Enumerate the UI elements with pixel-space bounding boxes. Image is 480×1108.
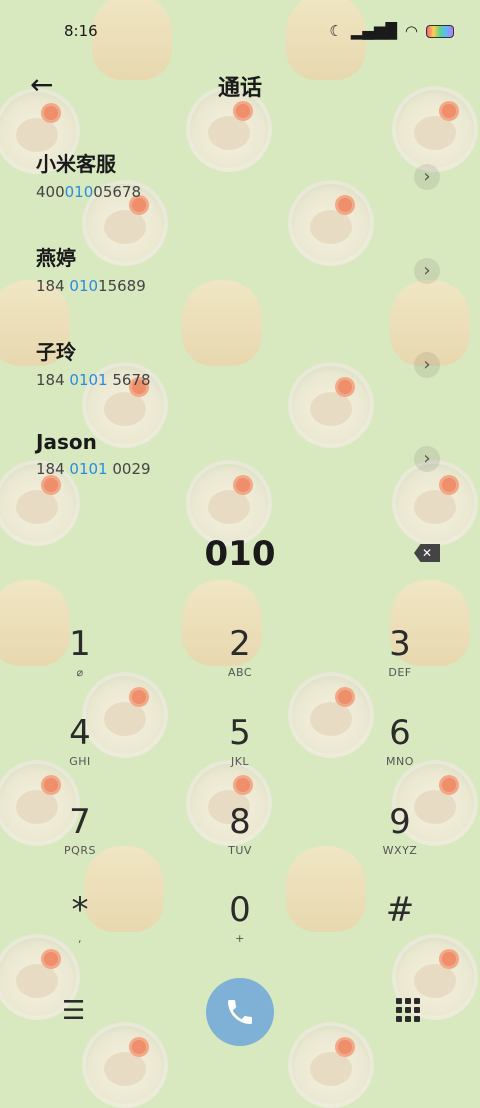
- call-button[interactable]: [206, 978, 274, 1046]
- contact-item[interactable]: 小米客服 40001005678 ›: [36, 148, 446, 218]
- dialpad-icon[interactable]: [396, 998, 420, 1022]
- key-1[interactable]: 1 ⌀: [20, 624, 140, 706]
- status-bar: 8:16 ☾ ▂▄▆█ ◠: [0, 0, 480, 60]
- voicemail-icon: ⌀: [76, 666, 84, 679]
- contact-item[interactable]: Jason 184 0101 0029 ›: [36, 430, 446, 500]
- key-star[interactable]: *,: [20, 890, 140, 972]
- key-hash[interactable]: #: [340, 890, 460, 972]
- menu-icon[interactable]: ☰: [62, 996, 85, 1026]
- battery-icon: [426, 24, 454, 38]
- key-8[interactable]: 8 TUV: [180, 802, 300, 884]
- key-3[interactable]: 3 DEF: [340, 624, 460, 706]
- status-time: 8:16: [64, 22, 98, 40]
- contact-number: 184 01015689: [36, 277, 146, 295]
- contact-number: 184 0101 0029: [36, 460, 151, 478]
- key-4[interactable]: 4 GHI: [20, 713, 140, 795]
- chevron-right-icon[interactable]: ›: [414, 352, 440, 378]
- key-2[interactable]: 2 ABC: [180, 624, 300, 706]
- chevron-right-icon[interactable]: ›: [414, 258, 440, 284]
- contact-number: 40001005678: [36, 183, 141, 201]
- key-6[interactable]: 6 MNO: [340, 713, 460, 795]
- header: ← 通话: [0, 64, 480, 104]
- chevron-right-icon[interactable]: ›: [414, 164, 440, 190]
- contact-name: 燕婷: [36, 246, 76, 270]
- contact-item[interactable]: 子玲 184 0101 5678 ›: [36, 336, 446, 406]
- key-5[interactable]: 5 JKL: [180, 713, 300, 795]
- contact-name: 小米客服: [36, 152, 116, 176]
- status-icons: ☾ ▂▄▆█ ◠: [329, 22, 454, 40]
- key-0[interactable]: 0 +: [180, 890, 300, 972]
- chevron-right-icon[interactable]: ›: [414, 446, 440, 472]
- key-7[interactable]: 7 PQRS: [20, 802, 140, 884]
- moon-icon: ☾: [329, 22, 343, 40]
- contact-item[interactable]: 燕婷 184 01015689 ›: [36, 242, 446, 312]
- signal-icon: ▂▄▆█: [350, 22, 397, 40]
- bottom-bar: ☰: [0, 978, 480, 1048]
- contact-number: 184 0101 5678: [36, 371, 151, 389]
- page-title: 通话: [217, 76, 262, 101]
- key-9[interactable]: 9 WXYZ: [340, 802, 460, 884]
- dialed-number[interactable]: 010: [0, 534, 480, 574]
- phone-icon: [228, 1000, 252, 1024]
- contact-name: Jason: [36, 430, 97, 454]
- dial-entry: 010 ✕: [0, 534, 480, 578]
- contact-name: 子玲: [36, 340, 76, 364]
- wifi-icon: ◠: [404, 22, 418, 40]
